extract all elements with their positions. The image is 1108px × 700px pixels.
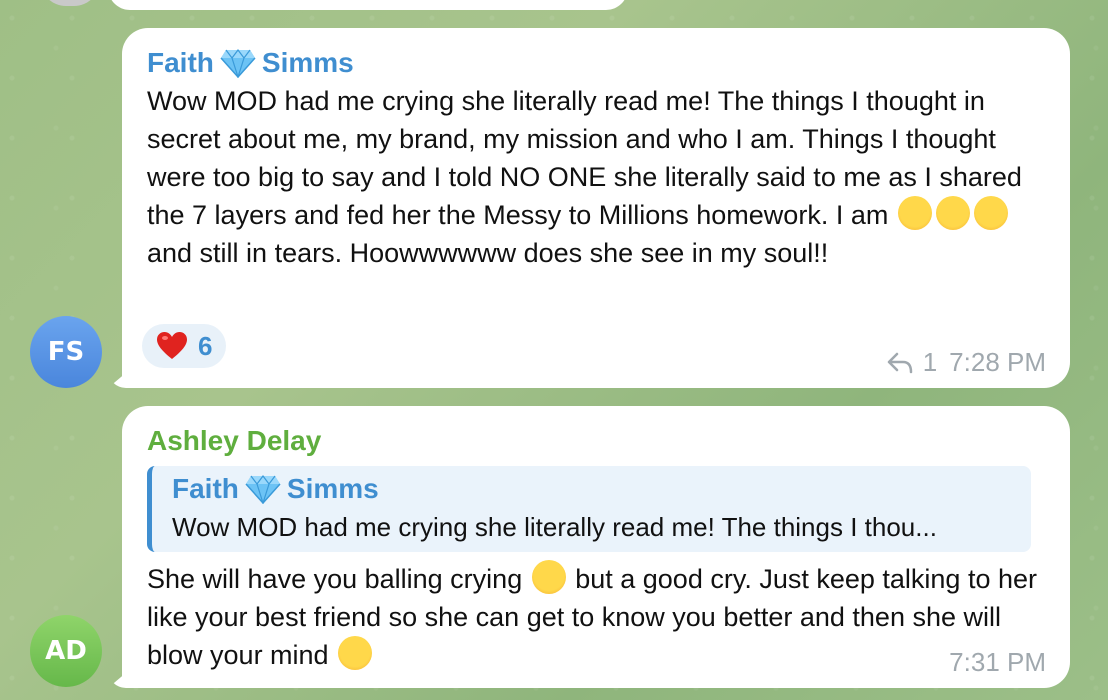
timestamp: 7:31 PM: [949, 647, 1046, 677]
timestamp: 7:28 PM: [949, 347, 1046, 377]
message-bubble[interactable]: Faith Simms Wow MOD had me crying she li…: [122, 28, 1070, 388]
diamond-icon: [220, 49, 256, 78]
previous-message-bubble: [108, 0, 628, 10]
loudly-crying-face-icon: [531, 560, 566, 594]
avatar[interactable]: AD: [30, 615, 102, 687]
red-heart-icon: [157, 332, 187, 359]
exploding-head-icon: [897, 196, 932, 230]
reply-quote[interactable]: Faith Simms Wow MOD had me crying she li…: [147, 466, 1031, 552]
winking-face-icon: [338, 636, 373, 670]
reply-preview-text: Wow MOD had me crying she literally read…: [172, 512, 937, 542]
avatar[interactable]: FS: [30, 316, 102, 388]
replies-link[interactable]: 1: [887, 347, 937, 378]
message-meta: 7:31 PM: [949, 647, 1046, 678]
reply-sender-name: Faith Simms: [172, 470, 1017, 508]
message-text: She will have you balling crying but a g…: [147, 560, 1040, 674]
reaction-chip[interactable]: 6: [142, 324, 227, 368]
message-text-main: Wow MOD had me crying she literally read…: [147, 86, 1030, 230]
message-text-part1: She will have you balling crying: [147, 564, 530, 594]
sender-name[interactable]: Ashley Delay: [147, 422, 1040, 460]
reply-sender-first-name: Faith: [172, 473, 239, 504]
message-bubble[interactable]: Ashley Delay Faith Simms Wow MOD had me …: [122, 406, 1070, 688]
reaction-count: 6: [198, 330, 213, 361]
reply-sender-last-name: Simms: [286, 473, 379, 504]
sender-name[interactable]: Faith Simms: [147, 44, 1040, 82]
replies-count: 1: [922, 347, 938, 377]
diamond-icon: [245, 475, 281, 504]
exploding-head-icon: [935, 196, 970, 230]
exploding-head-icon: [973, 196, 1008, 230]
reply-arrow-icon: [887, 352, 912, 373]
previous-avatar[interactable]: [40, 0, 100, 6]
message-text: Wow MOD had me crying she literally read…: [147, 82, 1040, 272]
sender-last-name: Simms: [261, 47, 354, 78]
message-meta: 1 7:28 PM: [887, 347, 1046, 378]
sender-first-name: Faith: [147, 47, 214, 78]
